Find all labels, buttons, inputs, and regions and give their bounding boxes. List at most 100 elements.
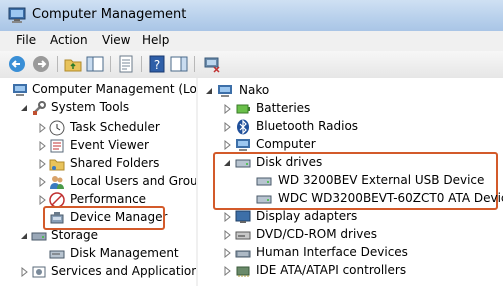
menu-bar: File Action View Help xyxy=(0,31,503,51)
collapsed-triangle-icon[interactable] xyxy=(223,212,231,222)
expanded-triangle-icon[interactable] xyxy=(20,103,28,113)
expanded-triangle-icon[interactable] xyxy=(223,158,231,168)
device-category-hid[interactable]: Human Interface Devices xyxy=(198,244,503,262)
collapsed-triangle-icon[interactable] xyxy=(223,140,231,150)
tree-item-task-scheduler[interactable]: Task Scheduler xyxy=(0,119,196,137)
computer-icon xyxy=(236,139,250,151)
device-item-disk-1[interactable]: WD 3200BEV External USB Device xyxy=(198,172,503,190)
task-scheduler-icon xyxy=(49,120,65,136)
collapsed-triangle-icon[interactable] xyxy=(223,122,231,132)
toolbar: ? xyxy=(0,51,503,79)
collapsed-triangle-icon[interactable] xyxy=(223,248,231,258)
disk-drive-icon xyxy=(256,177,272,186)
display-adapter-icon xyxy=(235,210,251,223)
window-title: Computer Management xyxy=(32,7,187,22)
tree-label: Bluetooth Radios xyxy=(256,119,359,133)
tree-label: Event Viewer xyxy=(70,138,149,152)
shared-folders-icon xyxy=(49,159,65,171)
tree-label: Nako xyxy=(239,83,270,97)
disconnect-icon[interactable] xyxy=(203,55,221,73)
device-category-dvd-cdrom[interactable]: DVD/CD-ROM drives xyxy=(198,226,503,244)
menu-file[interactable]: File xyxy=(16,33,36,47)
forward-arrow-icon[interactable] xyxy=(32,55,50,73)
device-root-nako[interactable]: Nako xyxy=(198,82,503,100)
computer-icon xyxy=(218,85,232,97)
dvd-drive-icon xyxy=(235,231,251,240)
device-tree-pane[interactable]: Nako Batteries Bluetooth Radios Computer… xyxy=(198,78,503,286)
toolbar-separator xyxy=(141,56,142,72)
tree-label: WDC WD3200BEVT-60ZCT0 ATA Device xyxy=(278,191,503,205)
tree-item-event-viewer[interactable]: Event Viewer xyxy=(0,137,196,155)
menu-view[interactable]: View xyxy=(102,33,130,47)
tree-item-system-tools[interactable]: System Tools xyxy=(0,99,196,117)
tree-label: Computer xyxy=(256,137,316,151)
services-icon xyxy=(32,266,46,278)
tree-item-computer-management[interactable]: Computer Management (Local xyxy=(0,81,196,99)
tree-label: Task Scheduler xyxy=(70,120,160,134)
collapsed-triangle-icon[interactable] xyxy=(38,195,46,205)
system-tools-icon xyxy=(33,101,46,115)
tree-label: IDE ATA/ATAPI controllers xyxy=(256,263,407,277)
show-action-pane-icon[interactable] xyxy=(170,55,188,73)
tree-label: Local Users and Groups xyxy=(70,174,197,188)
expanded-triangle-icon[interactable] xyxy=(20,231,28,241)
tree-label: DVD/CD-ROM drives xyxy=(256,227,378,241)
ide-controller-icon xyxy=(236,266,250,277)
device-category-ide-controllers[interactable]: IDE ATA/ATAPI controllers xyxy=(198,262,503,280)
event-viewer-icon xyxy=(50,139,64,153)
help-icon[interactable]: ? xyxy=(148,55,166,73)
collapsed-triangle-icon[interactable] xyxy=(38,141,46,151)
toolbar-separator xyxy=(194,56,195,72)
tree-label: Display adapters xyxy=(256,209,358,223)
collapsed-triangle-icon[interactable] xyxy=(38,123,46,133)
tree-item-storage[interactable]: Storage xyxy=(0,227,196,245)
expanded-triangle-icon[interactable] xyxy=(205,86,213,96)
collapsed-triangle-icon[interactable] xyxy=(38,177,46,187)
tree-label: Computer Management (Local xyxy=(32,82,197,96)
tree-label: Batteries xyxy=(256,101,311,115)
collapsed-triangle-icon[interactable] xyxy=(20,267,28,277)
back-arrow-icon[interactable] xyxy=(8,55,26,73)
tree-label: Storage xyxy=(51,228,98,242)
tree-item-services-applications[interactable]: Services and Applications xyxy=(0,263,196,281)
device-category-disk-drives[interactable]: Disk drives xyxy=(198,154,503,172)
collapsed-triangle-icon[interactable] xyxy=(38,159,46,169)
device-category-display-adapters[interactable]: Display adapters xyxy=(198,208,503,226)
tree-label: Services and Applications xyxy=(51,264,197,278)
tree-label: System Tools xyxy=(51,100,130,114)
hid-icon xyxy=(235,250,251,258)
tree-label: Performance xyxy=(70,192,147,206)
computer-management-icon xyxy=(8,7,26,23)
tree-item-shared-folders[interactable]: Shared Folders xyxy=(0,155,196,173)
tree-label: Human Interface Devices xyxy=(256,245,408,259)
tree-item-local-users-groups[interactable]: Local Users and Groups xyxy=(0,173,196,191)
disk-management-icon xyxy=(49,250,65,259)
disk-drive-icon xyxy=(256,195,272,204)
device-category-bluetooth[interactable]: Bluetooth Radios xyxy=(198,118,503,136)
menu-action[interactable]: Action xyxy=(50,33,88,47)
properties-icon[interactable] xyxy=(117,55,135,73)
tree-label: Shared Folders xyxy=(70,156,160,170)
collapsed-triangle-icon[interactable] xyxy=(223,230,231,240)
toolbar-separator xyxy=(110,56,111,72)
disk-drive-icon xyxy=(235,159,251,168)
console-tree-pane[interactable]: Computer Management (Local System Tools … xyxy=(0,78,197,286)
tree-label: WD 3200BEV External USB Device xyxy=(278,173,485,187)
device-item-disk-2[interactable]: WDC WD3200BEVT-60ZCT0 ATA Device xyxy=(198,190,503,208)
up-folder-icon[interactable] xyxy=(64,55,82,73)
show-hide-tree-icon[interactable] xyxy=(86,55,104,73)
computer-management-icon xyxy=(13,84,27,96)
tree-item-disk-management[interactable]: Disk Management xyxy=(0,245,196,263)
bluetooth-icon xyxy=(237,119,249,135)
svg-text:?: ? xyxy=(154,58,160,72)
storage-icon xyxy=(31,232,47,241)
tree-label: Disk drives xyxy=(256,155,323,169)
battery-icon xyxy=(236,104,250,114)
toolbar-separator xyxy=(57,56,58,72)
users-icon xyxy=(50,176,64,189)
menu-help[interactable]: Help xyxy=(142,33,169,47)
collapsed-triangle-icon[interactable] xyxy=(223,104,231,114)
tree-label: Disk Management xyxy=(70,246,179,260)
device-category-batteries[interactable]: Batteries xyxy=(198,100,503,118)
collapsed-triangle-icon[interactable] xyxy=(223,266,231,276)
